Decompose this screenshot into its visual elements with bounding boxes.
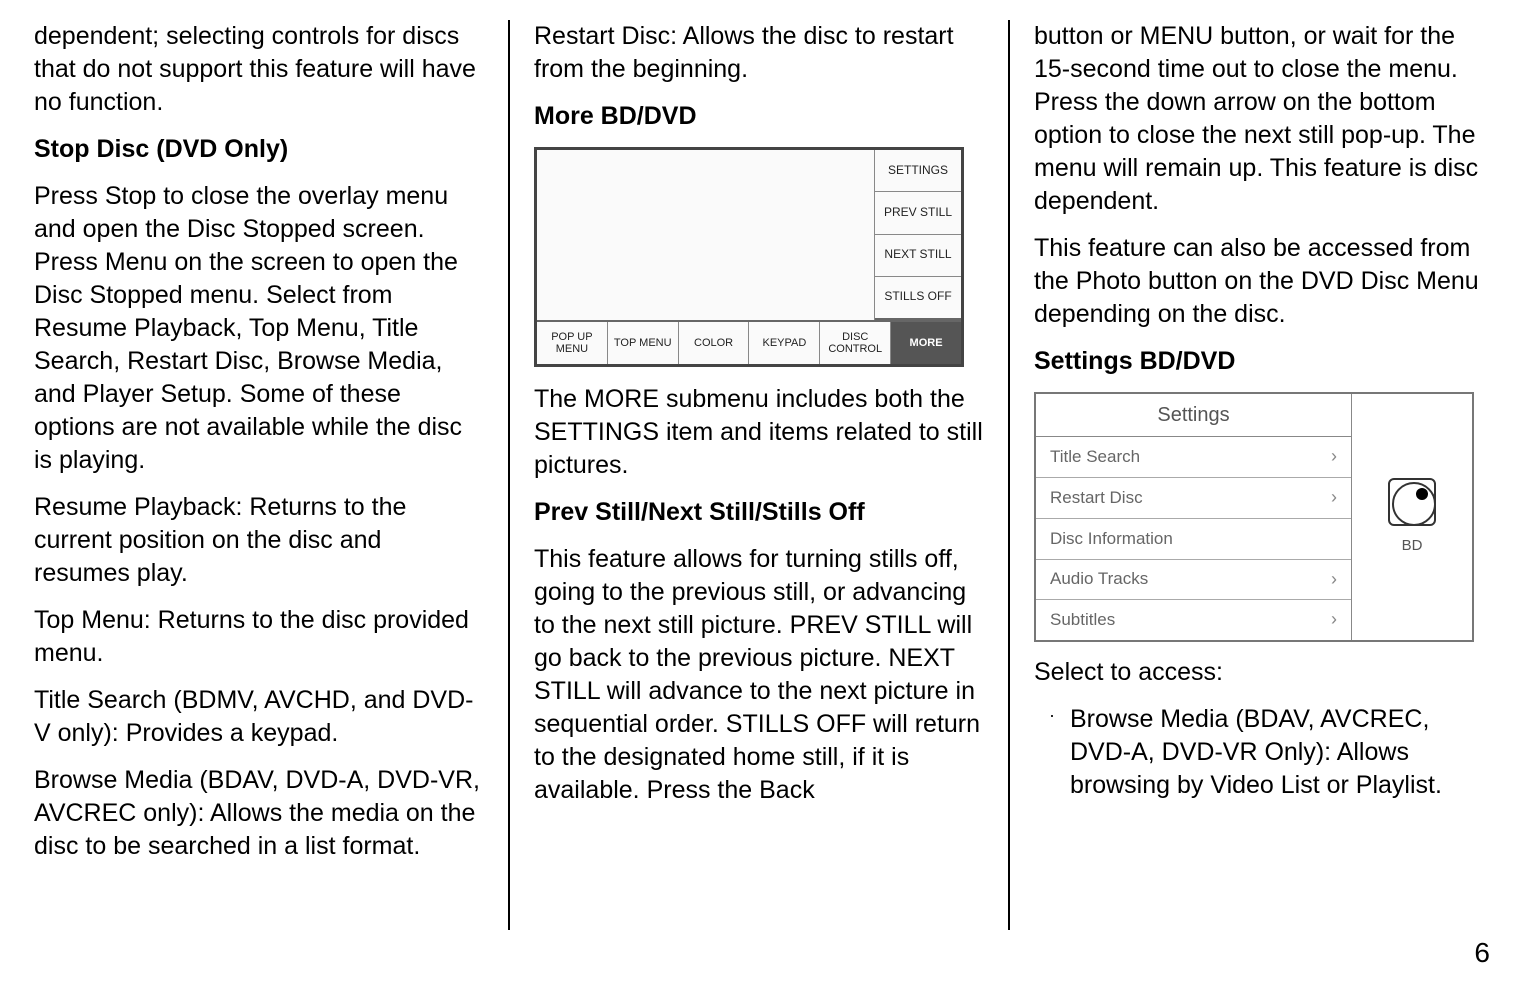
more-submenu-blank bbox=[537, 150, 875, 320]
settings-row-subtitles: Subtitles › bbox=[1036, 600, 1351, 640]
bcell-disc-control: DISC CONTROL bbox=[820, 322, 891, 364]
side-stills-off: STILLS OFF bbox=[875, 277, 961, 320]
disc-icon bbox=[1388, 478, 1436, 526]
c3-p2: This feature can also be accessed from t… bbox=[1034, 232, 1486, 331]
row-label: Audio Tracks bbox=[1050, 568, 1148, 590]
row-label: Restart Disc bbox=[1050, 487, 1143, 509]
c1-p4: Top Menu: Returns to the disc provided m… bbox=[34, 604, 484, 670]
side-settings: SETTINGS bbox=[875, 150, 961, 192]
bullet-list: · Browse Media (BDAV, AVCREC, DVD-A, DVD… bbox=[1034, 703, 1486, 802]
bullet-item: · Browse Media (BDAV, AVCREC, DVD-A, DVD… bbox=[1034, 703, 1486, 802]
c1-h1: Stop Disc (DVD Only) bbox=[34, 133, 484, 166]
settings-row-audio-tracks: Audio Tracks › bbox=[1036, 560, 1351, 601]
bullet-dot-icon: · bbox=[1034, 703, 1070, 802]
c1-p3: Resume Playback: Returns to the current … bbox=[34, 491, 484, 590]
c2-h1: More BD/DVD bbox=[534, 100, 984, 133]
bd-label: BD bbox=[1402, 536, 1423, 556]
more-submenu-top: SETTINGS PREV STILL NEXT STILL STILLS OF… bbox=[537, 150, 961, 320]
more-submenu-bottom: POP UP MENU TOP MENU COLOR KEYPAD DISC C… bbox=[537, 320, 961, 364]
row-label: Subtitles bbox=[1050, 609, 1115, 631]
chevron-right-icon: › bbox=[1331, 568, 1337, 592]
c2-h2: Prev Still/Next Still/Stills Off bbox=[534, 496, 984, 529]
settings-right-pane: BD bbox=[1352, 394, 1472, 640]
settings-row-title-search: Title Search › bbox=[1036, 437, 1351, 478]
side-prev-still: PREV STILL bbox=[875, 192, 961, 234]
page-number: 6 bbox=[1474, 937, 1490, 969]
settings-diagram: Settings Title Search › Restart Disc › D… bbox=[1034, 392, 1474, 642]
c3-h1: Settings BD/DVD bbox=[1034, 345, 1486, 378]
c1-p2: Press Stop to close the overlay menu and… bbox=[34, 180, 484, 477]
more-submenu-side: SETTINGS PREV STILL NEXT STILL STILLS OF… bbox=[875, 150, 961, 320]
bullet-text: Browse Media (BDAV, AVCREC, DVD-A, DVD-V… bbox=[1070, 703, 1486, 802]
c1-p1: dependent; selecting controls for discs … bbox=[34, 20, 484, 119]
bcell-popup-menu: POP UP MENU bbox=[537, 322, 608, 364]
c1-p5: Title Search (BDMV, AVCHD, and DVD-V onl… bbox=[34, 684, 484, 750]
bcell-more: MORE bbox=[891, 322, 961, 364]
settings-list: Settings Title Search › Restart Disc › D… bbox=[1036, 394, 1352, 640]
row-label: Title Search bbox=[1050, 446, 1140, 468]
chevron-right-icon: › bbox=[1331, 608, 1337, 632]
side-next-still: NEXT STILL bbox=[875, 235, 961, 277]
chevron-right-icon: › bbox=[1331, 486, 1337, 510]
column-1: dependent; selecting controls for discs … bbox=[10, 20, 510, 930]
chevron-right-icon: › bbox=[1331, 445, 1337, 469]
settings-title: Settings bbox=[1036, 394, 1351, 437]
bcell-keypad: KEYPAD bbox=[749, 322, 820, 364]
c2-p2: The MORE submenu includes both the SETTI… bbox=[534, 383, 984, 482]
row-label: Disc Information bbox=[1050, 528, 1173, 550]
more-submenu-diagram: SETTINGS PREV STILL NEXT STILL STILLS OF… bbox=[534, 147, 964, 367]
page-layout: dependent; selecting controls for discs … bbox=[0, 0, 1520, 940]
settings-row-restart-disc: Restart Disc › bbox=[1036, 478, 1351, 519]
c1-p6: Browse Media (BDAV, DVD-A, DVD-VR, AVCRE… bbox=[34, 764, 484, 863]
c3-p1: button or MENU button, or wait for the 1… bbox=[1034, 20, 1486, 218]
column-2: Restart Disc: Allows the disc to restart… bbox=[510, 20, 1010, 930]
bcell-color: COLOR bbox=[679, 322, 750, 364]
bcell-top-menu: TOP MENU bbox=[608, 322, 679, 364]
settings-row-disc-info: Disc Information › bbox=[1036, 519, 1351, 560]
c3-p3: Select to access: bbox=[1034, 656, 1486, 689]
column-3: button or MENU button, or wait for the 1… bbox=[1010, 20, 1510, 930]
c2-p1: Restart Disc: Allows the disc to restart… bbox=[534, 20, 984, 86]
c2-p3: This feature allows for turning stills o… bbox=[534, 543, 984, 807]
